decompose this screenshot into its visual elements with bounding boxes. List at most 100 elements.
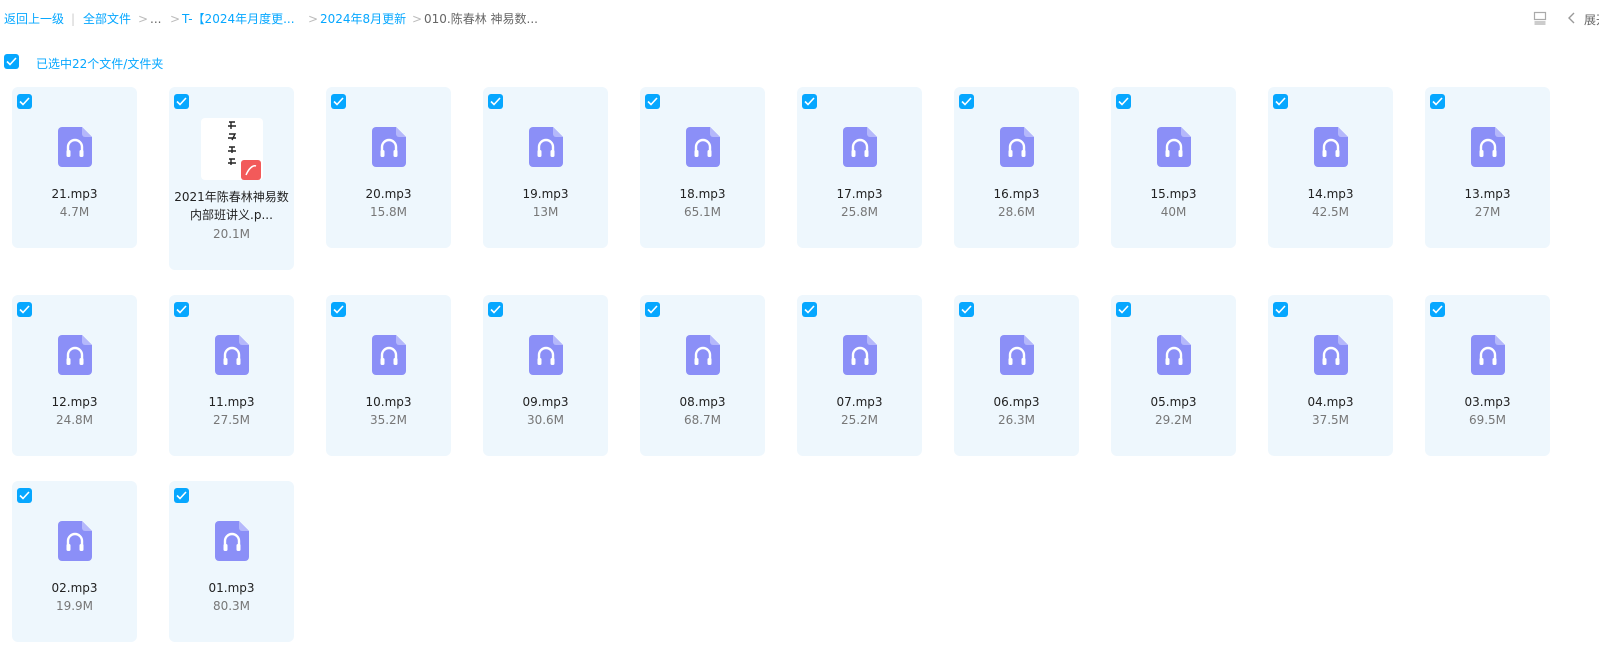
- file-card[interactable]: 04.mp3 37.5M: [1268, 295, 1393, 456]
- file-name: 17.mp3: [836, 187, 883, 201]
- file-card[interactable]: 2021年陈春林神易数内部班讲义.p... 20.1M: [169, 87, 294, 270]
- audio-file-icon: [1000, 127, 1034, 167]
- file-size: 13M: [532, 205, 559, 219]
- breadcrumb-separator: >: [170, 12, 181, 26]
- file-checkbox[interactable]: [802, 94, 817, 109]
- file-name: 04.mp3: [1307, 395, 1354, 409]
- top-bar: 返回上一级 | 全部文件 > ... > T-【2024年月度更... > 20…: [0, 0, 1599, 38]
- check-icon: [176, 305, 187, 314]
- audio-file-icon: [529, 335, 563, 375]
- file-checkbox[interactable]: [331, 94, 346, 109]
- breadcrumb-monthly-updates[interactable]: T-【2024年月度更...: [182, 11, 295, 27]
- file-size: 35.2M: [369, 413, 408, 427]
- back-link[interactable]: 返回上一级: [4, 11, 64, 27]
- audio-file-icon: [1157, 335, 1191, 375]
- file-size: 29.2M: [1154, 413, 1193, 427]
- file-checkbox[interactable]: [1273, 302, 1288, 317]
- check-icon: [1275, 305, 1286, 314]
- selection-bar: 已选中22个文件/文件夹: [4, 54, 163, 71]
- file-card[interactable]: 01.mp3 80.3M: [169, 481, 294, 642]
- check-icon: [1432, 97, 1443, 106]
- file-card[interactable]: 12.mp3 24.8M: [12, 295, 137, 456]
- file-checkbox[interactable]: [174, 302, 189, 317]
- file-card[interactable]: 07.mp3 25.2M: [797, 295, 922, 456]
- check-icon: [647, 305, 658, 314]
- file-name: 02.mp3: [51, 581, 98, 595]
- file-checkbox[interactable]: [1116, 94, 1131, 109]
- breadcrumb-ellipsis[interactable]: ...: [150, 11, 161, 27]
- file-checkbox[interactable]: [17, 302, 32, 317]
- file-checkbox[interactable]: [645, 302, 660, 317]
- file-name: 01.mp3: [208, 581, 255, 595]
- file-card[interactable]: 20.mp3 15.8M: [326, 87, 451, 248]
- file-card[interactable]: 02.mp3 19.9M: [12, 481, 137, 642]
- file-card[interactable]: 03.mp3 69.5M: [1425, 295, 1550, 456]
- audio-file-icon: [843, 127, 877, 167]
- file-card[interactable]: 21.mp3 4.7M: [12, 87, 137, 248]
- file-card[interactable]: 11.mp3 27.5M: [169, 295, 294, 456]
- file-card[interactable]: 05.mp3 29.2M: [1111, 295, 1236, 456]
- file-name: 16.mp3: [993, 187, 1040, 201]
- file-checkbox[interactable]: [645, 94, 660, 109]
- file-size: 80.3M: [212, 599, 251, 613]
- file-checkbox[interactable]: [17, 94, 32, 109]
- file-checkbox[interactable]: [331, 302, 346, 317]
- file-checkbox[interactable]: [1430, 302, 1445, 317]
- file-size: 20.1M: [212, 227, 251, 241]
- check-icon: [333, 305, 344, 314]
- file-name: 06.mp3: [993, 395, 1040, 409]
- select-all-checkbox[interactable]: [4, 54, 19, 69]
- file-checkbox[interactable]: [488, 302, 503, 317]
- file-name: 20.mp3: [365, 187, 412, 201]
- breadcrumb-august-update[interactable]: 2024年8月更新: [320, 11, 406, 27]
- selection-count: 已选中22个文件/文件夹: [36, 57, 164, 71]
- file-checkbox[interactable]: [1430, 94, 1445, 109]
- file-name: 21.mp3: [51, 187, 98, 201]
- file-card[interactable]: 13.mp3 27M: [1425, 87, 1550, 248]
- file-checkbox[interactable]: [174, 94, 189, 109]
- file-card[interactable]: 15.mp3 40M: [1111, 87, 1236, 248]
- check-icon: [176, 97, 187, 106]
- file-card[interactable]: 14.mp3 42.5M: [1268, 87, 1393, 248]
- file-checkbox[interactable]: [802, 302, 817, 317]
- file-size: 4.7M: [59, 205, 90, 219]
- file-size: 24.8M: [55, 413, 94, 427]
- file-card[interactable]: 19.mp3 13M: [483, 87, 608, 248]
- file-checkbox[interactable]: [17, 488, 32, 503]
- file-name: 18.mp3: [679, 187, 726, 201]
- breadcrumb-all-files[interactable]: 全部文件: [83, 11, 131, 27]
- file-card[interactable]: 18.mp3 65.1M: [640, 87, 765, 248]
- file-card[interactable]: 06.mp3 26.3M: [954, 295, 1079, 456]
- file-name: 19.mp3: [522, 187, 569, 201]
- audio-file-icon: [372, 335, 406, 375]
- chevron-left-icon[interactable]: [1567, 12, 1577, 24]
- file-name: 12.mp3: [51, 395, 98, 409]
- file-checkbox[interactable]: [959, 302, 974, 317]
- breadcrumb-separator: >: [138, 12, 149, 26]
- file-card[interactable]: 08.mp3 68.7M: [640, 295, 765, 456]
- file-card[interactable]: 16.mp3 28.6M: [954, 87, 1079, 248]
- file-size: 19.9M: [55, 599, 94, 613]
- file-checkbox[interactable]: [174, 488, 189, 503]
- file-name: 03.mp3: [1464, 395, 1511, 409]
- expand-button[interactable]: 展开: [1584, 11, 1599, 28]
- pdf-thumbnail: [201, 118, 263, 180]
- check-icon: [647, 97, 658, 106]
- file-checkbox[interactable]: [1273, 94, 1288, 109]
- file-name: 13.mp3: [1464, 187, 1511, 201]
- file-checkbox[interactable]: [1116, 302, 1131, 317]
- audio-file-icon: [843, 335, 877, 375]
- file-name: 08.mp3: [679, 395, 726, 409]
- list-view-icon[interactable]: [1533, 11, 1547, 25]
- audio-file-icon: [1000, 335, 1034, 375]
- file-card[interactable]: 17.mp3 25.8M: [797, 87, 922, 248]
- check-icon: [1118, 97, 1129, 106]
- file-card[interactable]: 10.mp3 35.2M: [326, 295, 451, 456]
- file-card[interactable]: 09.mp3 30.6M: [483, 295, 608, 456]
- file-checkbox[interactable]: [488, 94, 503, 109]
- breadcrumb-separator: >: [308, 12, 319, 26]
- check-icon: [1432, 305, 1443, 314]
- audio-file-icon: [1471, 127, 1505, 167]
- file-size: 30.6M: [526, 413, 565, 427]
- file-checkbox[interactable]: [959, 94, 974, 109]
